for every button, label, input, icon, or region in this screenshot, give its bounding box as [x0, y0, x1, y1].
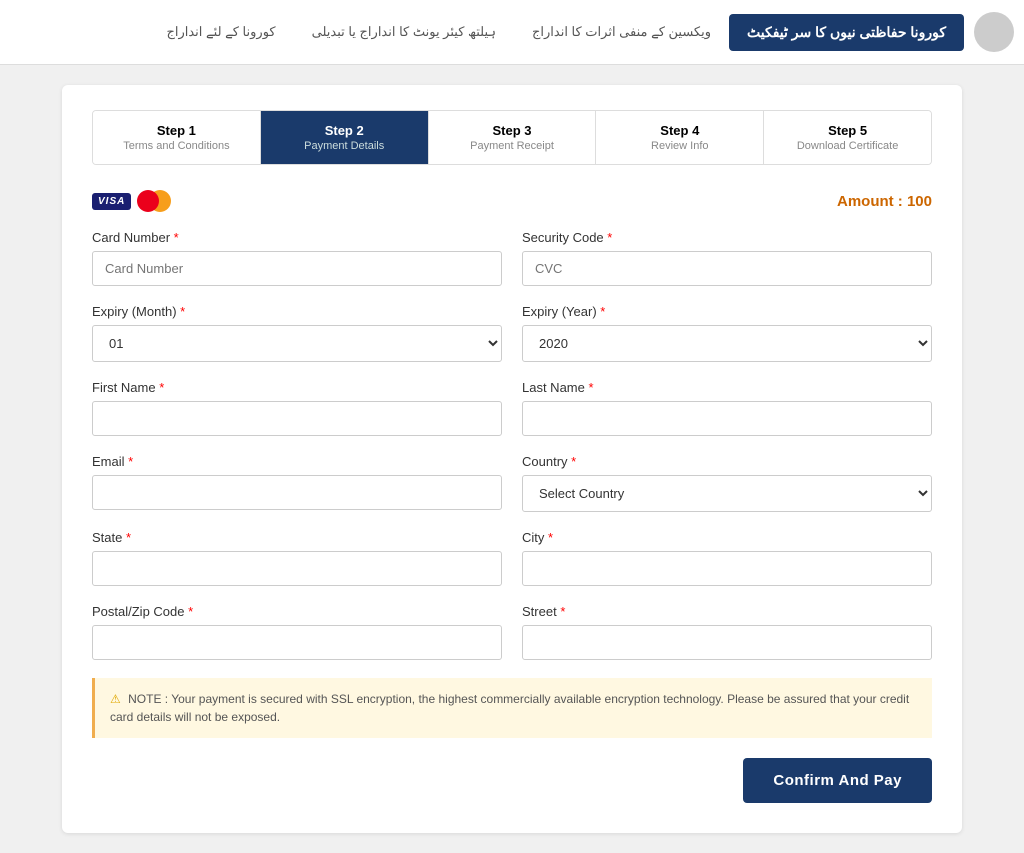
expiry-month-select[interactable]: 01020304 05060708 09101112: [92, 325, 502, 362]
country-label: Country *: [522, 454, 932, 469]
required-star-2: *: [607, 230, 612, 245]
card-number-label: Card Number *: [92, 230, 502, 245]
email-label: Email *: [92, 454, 502, 469]
visa-icon: VISA: [92, 193, 131, 210]
row-email-country: Email * Country * Select Country Pakista…: [92, 454, 932, 512]
row-postal-street: Postal/Zip Code * Street *: [92, 604, 932, 660]
required-star-4: *: [600, 304, 605, 319]
confirm-and-pay-button[interactable]: Confirm And Pay: [743, 758, 932, 803]
required-star-3: *: [180, 304, 185, 319]
row-state-city: State * City *: [92, 530, 932, 586]
group-street: Street *: [522, 604, 932, 660]
group-email: Email *: [92, 454, 502, 512]
group-expiry-month: Expiry (Month) * 01020304 05060708 09101…: [92, 304, 502, 362]
step-4[interactable]: Step 4 Review Info: [596, 111, 764, 164]
step-5-label: Download Certificate: [772, 140, 923, 152]
required-star-12: *: [560, 604, 565, 619]
step-3[interactable]: Step 3 Payment Receipt: [429, 111, 597, 164]
postal-label: Postal/Zip Code *: [92, 604, 502, 619]
expiry-month-label: Expiry (Month) *: [92, 304, 502, 319]
group-expiry-year: Expiry (Year) * 2020202120222023 2024202…: [522, 304, 932, 362]
card-icons: VISA: [92, 190, 171, 212]
step-5[interactable]: Step 5 Download Certificate: [764, 111, 931, 164]
step-1-number: Step 1: [101, 123, 252, 138]
nav-item-entry-corona[interactable]: کورونا کے لئے انداراج: [148, 14, 293, 50]
required-star-8: *: [571, 454, 576, 469]
first-name-label: First Name *: [92, 380, 502, 395]
expiry-year-select[interactable]: 2020202120222023 2024202520262027 202820…: [522, 325, 932, 362]
step-2[interactable]: Step 2 Payment Details: [261, 111, 429, 164]
required-star-10: *: [548, 530, 553, 545]
first-name-input[interactable]: [92, 401, 502, 436]
step-4-number: Step 4: [604, 123, 755, 138]
required-star-5: *: [159, 380, 164, 395]
group-postal: Postal/Zip Code *: [92, 604, 502, 660]
step-1[interactable]: Step 1 Terms and Conditions: [93, 111, 261, 164]
top-navigation: کورونا حفاظتی نیوں کا سر ٹیفکیٹ ویکسین ک…: [0, 0, 1024, 65]
postal-input[interactable]: [92, 625, 502, 660]
note-text: NOTE : Your payment is secured with SSL …: [110, 692, 909, 724]
step-1-label: Terms and Conditions: [101, 140, 252, 152]
required-star: *: [174, 230, 179, 245]
row-names: First Name * Last Name *: [92, 380, 932, 436]
required-star-11: *: [188, 604, 193, 619]
email-input[interactable]: [92, 475, 502, 510]
card-number-input[interactable]: [92, 251, 502, 286]
group-city: City *: [522, 530, 932, 586]
last-name-label: Last Name *: [522, 380, 932, 395]
step-2-number: Step 2: [269, 123, 420, 138]
ssl-note: ⚠ NOTE : Your payment is secured with SS…: [92, 678, 932, 738]
required-star-6: *: [589, 380, 594, 395]
main-container: Step 1 Terms and Conditions Step 2 Payme…: [62, 85, 962, 833]
warning-icon: ⚠: [110, 692, 121, 706]
step-3-number: Step 3: [437, 123, 588, 138]
step-2-label: Payment Details: [269, 140, 420, 152]
row-expiry: Expiry (Month) * 01020304 05060708 09101…: [92, 304, 932, 362]
amount-label: Amount : 100: [837, 193, 932, 210]
step-5-number: Step 5: [772, 123, 923, 138]
payment-icons-row: VISA Amount : 100: [92, 190, 932, 212]
group-country: Country * Select Country Pakistan United…: [522, 454, 932, 512]
logo: [974, 12, 1014, 52]
row-card-security: Card Number * Security Code *: [92, 230, 932, 286]
security-code-label: Security Code *: [522, 230, 932, 245]
security-code-input[interactable]: [522, 251, 932, 286]
confirm-button-row: Confirm And Pay: [92, 758, 932, 803]
state-label: State *: [92, 530, 502, 545]
mastercard-icon: [137, 190, 171, 212]
required-star-7: *: [128, 454, 133, 469]
nav-item-vaccine-impact[interactable]: ویکسین کے منفی اثرات کا انداراج: [514, 14, 729, 50]
nav-item-corona-safety[interactable]: کورونا حفاظتی نیوں کا سر ٹیفکیٹ: [729, 14, 964, 51]
last-name-input[interactable]: [522, 401, 932, 436]
nav-item-booster[interactable]: ہیلتھ کیئر یونٹ کا انداراج یا تبدیلی: [294, 14, 514, 50]
group-last-name: Last Name *: [522, 380, 932, 436]
steps-bar: Step 1 Terms and Conditions Step 2 Payme…: [92, 110, 932, 165]
state-input[interactable]: [92, 551, 502, 586]
street-label: Street *: [522, 604, 932, 619]
street-input[interactable]: [522, 625, 932, 660]
required-star-9: *: [126, 530, 131, 545]
group-first-name: First Name *: [92, 380, 502, 436]
step-3-label: Payment Receipt: [437, 140, 588, 152]
city-label: City *: [522, 530, 932, 545]
step-4-label: Review Info: [604, 140, 755, 152]
group-card-number: Card Number *: [92, 230, 502, 286]
group-state: State *: [92, 530, 502, 586]
city-input[interactable]: [522, 551, 932, 586]
group-security-code: Security Code *: [522, 230, 932, 286]
expiry-year-label: Expiry (Year) *: [522, 304, 932, 319]
country-select[interactable]: Select Country Pakistan United States Un…: [522, 475, 932, 512]
